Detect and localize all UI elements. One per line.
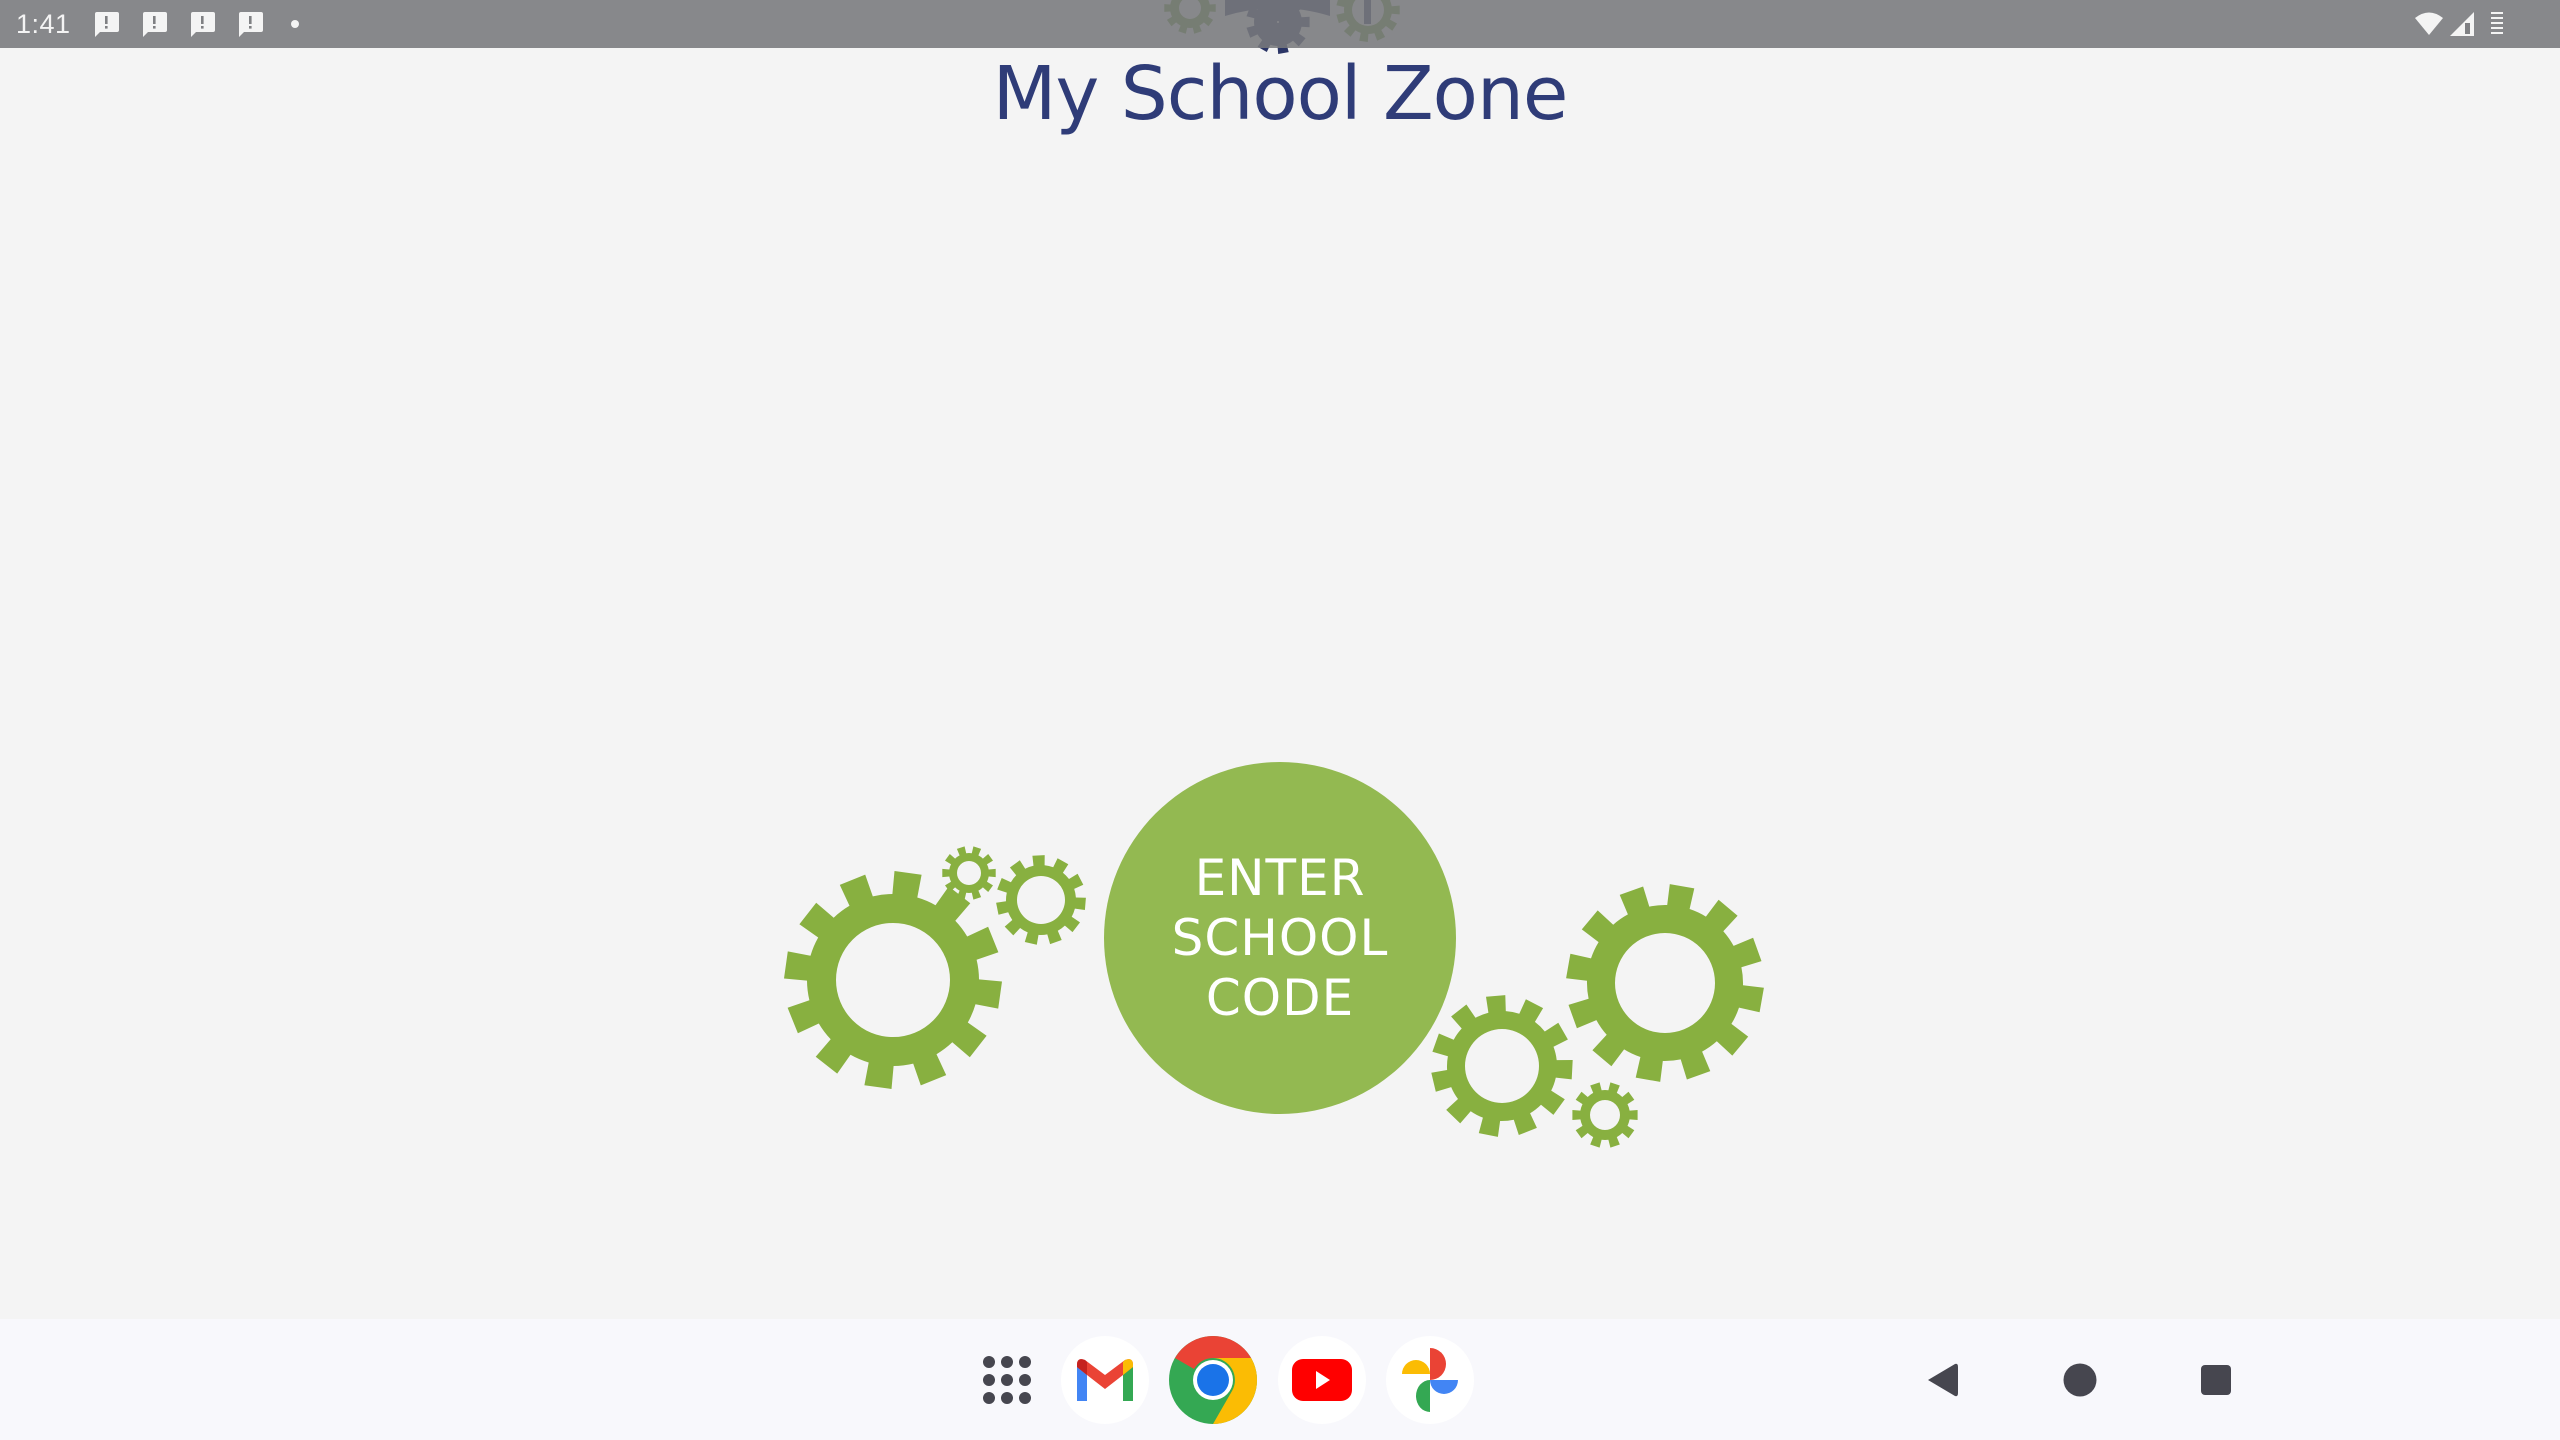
more-notifications-dot-icon	[291, 20, 299, 28]
alert-message-icon	[236, 10, 264, 38]
wifi-icon	[2415, 12, 2443, 35]
battery-icon	[2491, 12, 2503, 34]
gears-decoration	[784, 846, 1764, 1148]
status-bar: 1:41	[0, 0, 2560, 48]
enter-code-line-3: CODE	[1205, 969, 1355, 1027]
gear-medium-right-icon	[1431, 995, 1573, 1137]
cell-signal-icon	[2450, 12, 2474, 36]
enter-code-line-1: ENTER	[1194, 849, 1366, 907]
gear-large-left-icon	[784, 871, 1002, 1089]
gear-medium-left-icon	[996, 855, 1086, 945]
gear-large-right-icon	[1566, 884, 1764, 1082]
alert-message-icon	[92, 10, 120, 38]
alert-message-icon	[188, 10, 216, 38]
enter-school-code-button[interactable]: ENTER SCHOOL CODE	[1104, 762, 1456, 1114]
status-time: 1:41	[16, 9, 71, 39]
gear-small-right-icon	[1572, 1082, 1638, 1148]
enter-code-line-2: SCHOOL	[1171, 909, 1389, 967]
alert-message-icon	[140, 10, 168, 38]
app-title: My School Zone	[992, 51, 1569, 137]
